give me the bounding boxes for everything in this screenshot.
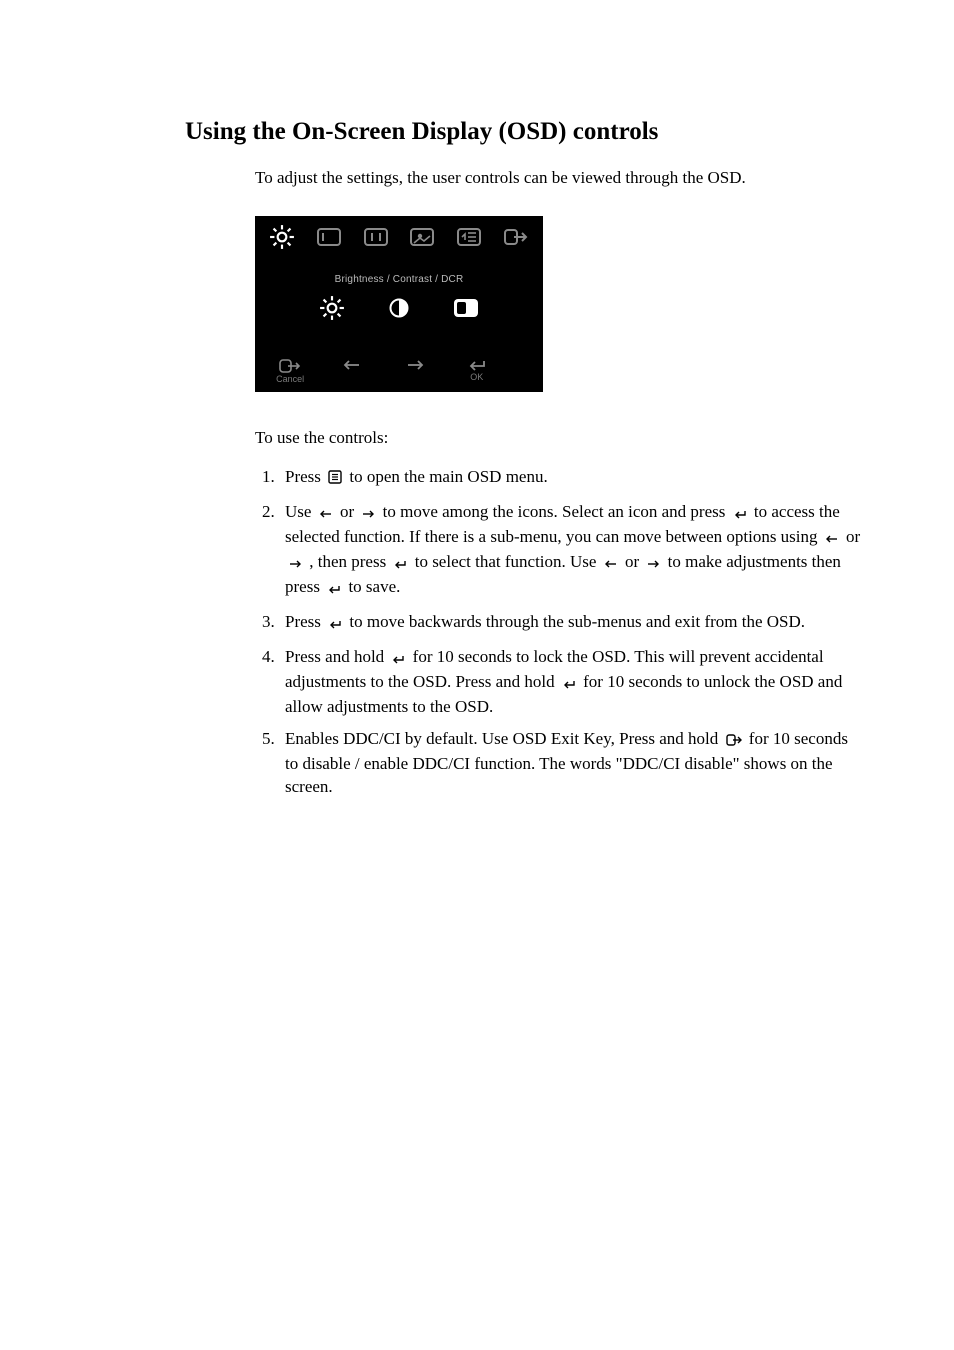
osd-screenshot: Brightness / Contrast / DCR [255,216,864,392]
intro-text: To adjust the settings, the user control… [255,168,864,188]
t: or [846,527,860,546]
osd-section-title: Brightness / Contrast / DCR [255,258,543,293]
osd-subrow [255,293,543,341]
spacer [255,341,543,353]
t: to save. [348,577,400,596]
arrow-right-icon [288,553,302,576]
enter-icon [391,648,405,671]
steps-list: Press to open the main OSD menu. Use or … [255,466,864,799]
osd-tab-row [255,216,543,258]
step-4: Press and hold for 10 seconds to lock th… [279,646,864,719]
tab-image-position[interactable] [307,228,351,246]
arrow-right-icon [406,359,424,371]
t: or [625,552,643,571]
arrow-right-icon [646,553,660,576]
cancel-icon [279,359,301,373]
tab-options[interactable] [447,228,491,246]
arrow-left-icon [343,359,361,371]
tab-exit[interactable] [494,228,538,246]
arrow-left-icon [319,503,333,526]
t: to select that function. Use [415,552,601,571]
tab-brightness[interactable] [260,224,304,250]
t: to move among the icons. Select an icon … [383,502,730,521]
page-title: Using the On-Screen Display (OSD) contro… [185,118,864,146]
cancel-label: Cancel [259,374,321,384]
sub-contrast[interactable] [389,298,409,318]
t: Press [285,612,325,631]
t: Press [285,467,325,486]
arrow-right-icon [361,503,375,526]
osd-panel: Brightness / Contrast / DCR [255,216,543,392]
enter-icon [328,613,342,636]
t: to open the main OSD menu. [349,467,547,486]
t: Enables DDC/CI by default. Use OSD Exit … [285,729,723,748]
enter-icon [733,503,747,526]
tab-image-properties[interactable] [400,228,444,246]
t: , then press [309,552,390,571]
arrow-left-icon [604,553,618,576]
brightness-icon [269,224,295,250]
t: Press and hold [285,647,388,666]
contrast-icon [389,298,409,318]
image-properties-icon [410,228,434,246]
enter-icon [562,673,576,696]
tab-image-setup[interactable] [354,228,398,246]
footer-ok[interactable]: OK [446,359,508,382]
footer-right[interactable] [383,359,445,371]
step-3: Press to move backwards through the sub-… [279,611,864,636]
sub-dcr[interactable] [453,298,479,318]
brightness-sub-icon [319,295,345,321]
osd-footer: Cancel [255,353,543,392]
t: Use [285,502,316,521]
step-1: Press to open the main OSD menu. [279,466,864,491]
menu-button-icon [328,468,342,491]
ok-label: OK [446,372,508,382]
exit-icon [726,730,742,753]
image-position-icon [317,228,341,246]
t: to move backwards through the sub-menus … [349,612,805,631]
image-setup-icon [364,228,388,246]
arrow-left-icon [825,528,839,551]
step-2: Use or to move among the icons. Select a… [279,501,864,601]
page: Using the On-Screen Display (OSD) contro… [0,0,954,1350]
sub-intro: To use the controls: [255,428,864,448]
options-icon [457,228,481,246]
footer-cancel[interactable]: Cancel [259,359,321,384]
step-5: Enables DDC/CI by default. Use OSD Exit … [279,728,864,799]
sub-brightness[interactable] [319,295,345,321]
enter-icon [393,553,407,576]
footer-left[interactable] [321,359,383,371]
enter-icon [327,578,341,601]
enter-icon [468,359,486,371]
dcr-icon [453,298,479,318]
t: or [340,502,358,521]
exit-osd-icon [504,228,528,246]
